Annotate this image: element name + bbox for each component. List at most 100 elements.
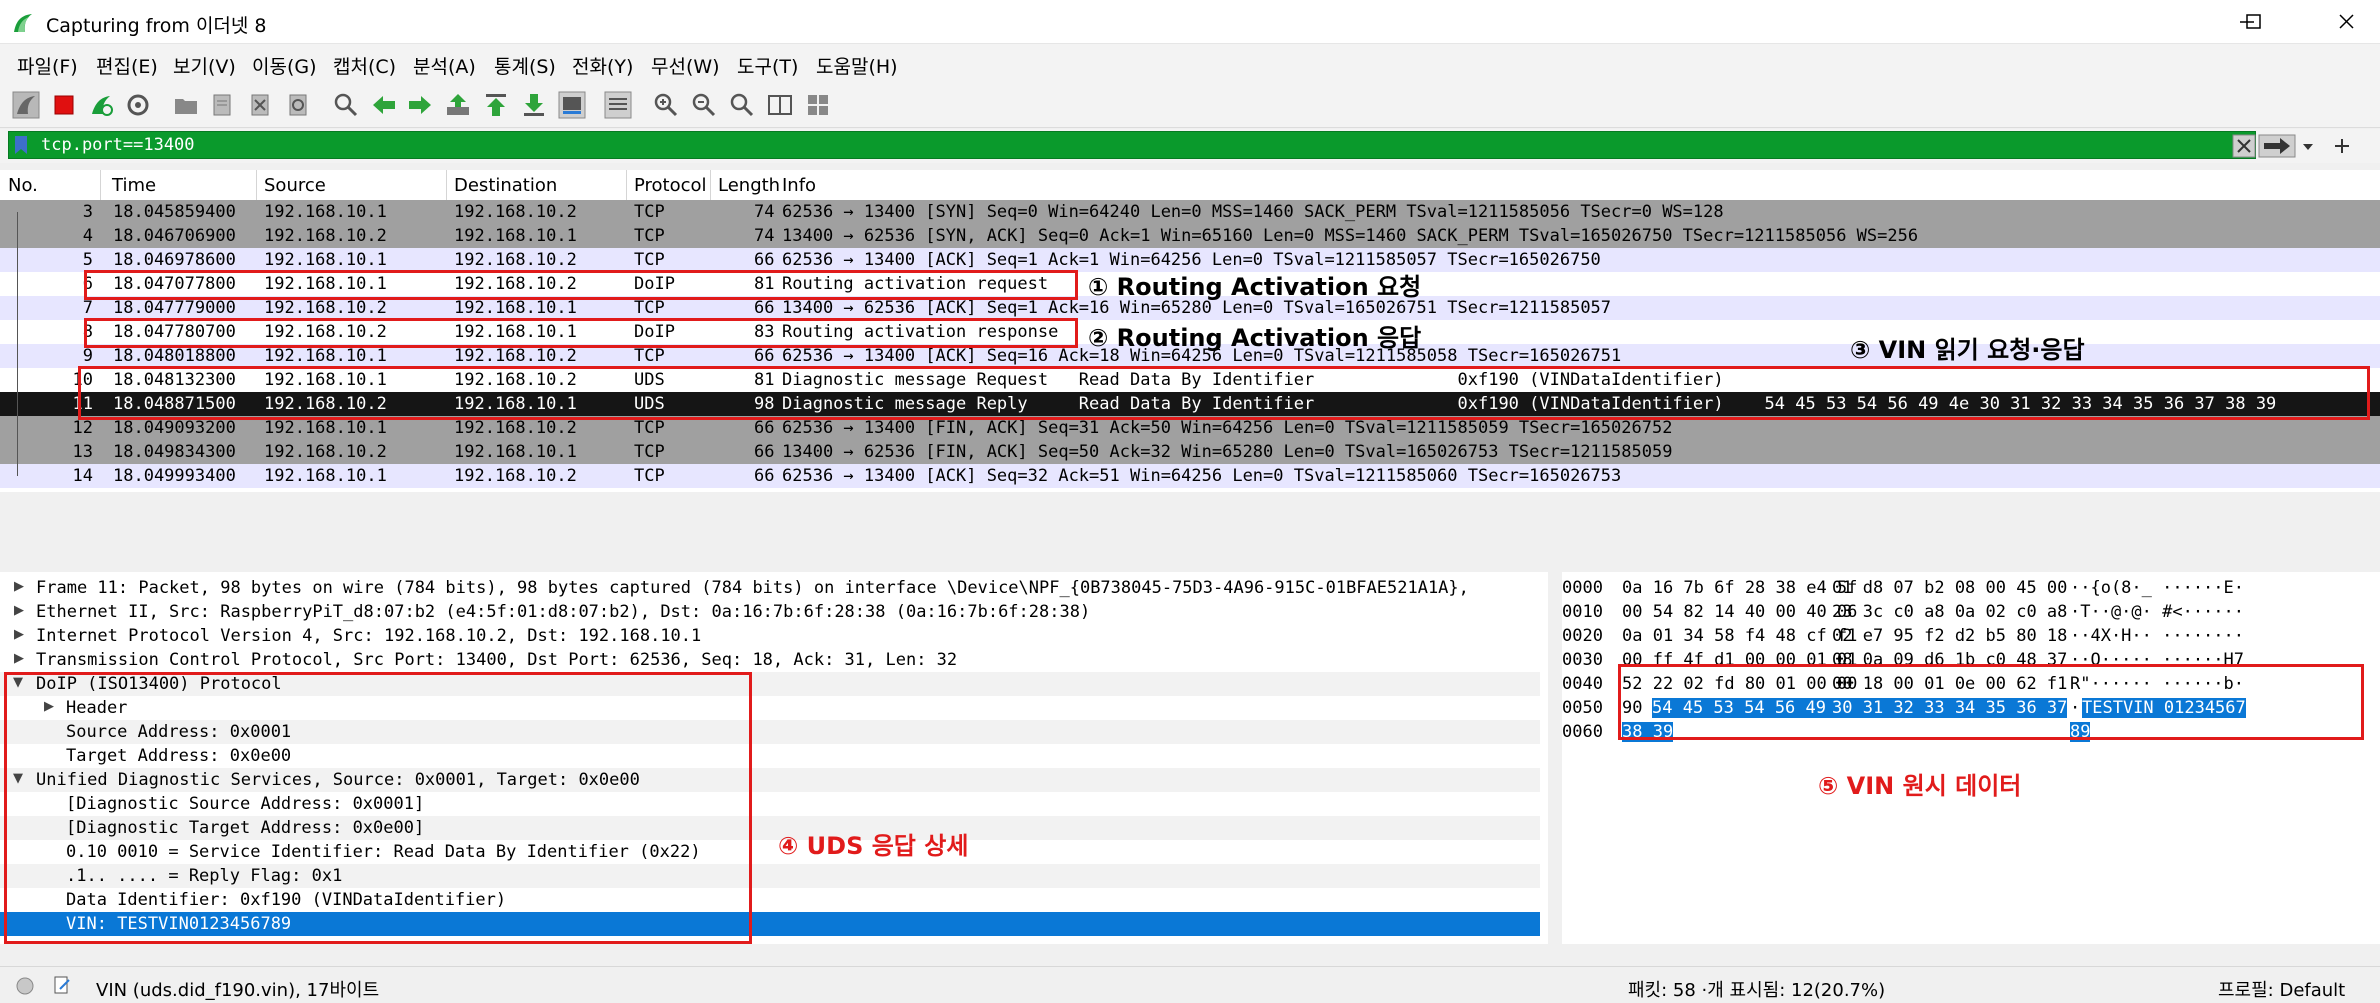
col-info[interactable]: Info — [782, 175, 816, 196]
go-first-packet-button[interactable] — [482, 91, 510, 119]
status-bar: VIN (uds.did_f190.vin), 17바이트 패킷: 58 ·개 … — [0, 966, 2380, 1003]
packet-list-scrollbar[interactable] — [0, 550, 2380, 568]
zoom-reset-icon — [730, 93, 754, 117]
annotation-box-4 — [4, 672, 752, 944]
autoscroll-icon — [558, 91, 586, 119]
stop-capture-button[interactable] — [50, 91, 78, 119]
tree-item-ethernet[interactable]: ▶ Ethernet II, Src: RaspberryPiT_d8:07:b2… — [0, 600, 1540, 624]
packet-row[interactable]: 13 18.049834300 192.168.10.2 192.168.10.1 TC… — [0, 440, 2380, 464]
tree-item-ip[interactable]: ▶ Internet Protocol Version 4, Src: 192.1… — [0, 624, 1540, 648]
jump-arrow-icon — [447, 94, 469, 115]
window-title: Capturing from 이더넷 8 — [46, 15, 267, 37]
col-length[interactable]: Length — [718, 175, 780, 196]
col-destination[interactable]: Destination — [454, 175, 557, 196]
display-filter-input[interactable]: tcp.port==13400 — [8, 131, 2256, 159]
annotation-box-3 — [78, 366, 2370, 420]
go-back-button[interactable] — [370, 91, 398, 119]
restart-icon — [92, 96, 113, 116]
restart-capture-button[interactable] — [88, 91, 116, 119]
capture-options-button[interactable] — [124, 91, 152, 119]
status-profile[interactable]: 프로필: Default — [2218, 976, 2345, 1002]
menu-go[interactable]: 이동(G) — [252, 52, 317, 79]
open-file-button[interactable] — [172, 91, 200, 119]
packet-bytes-pane: 0000 0a 16 7b 6f 28 38 e4 5f 01 d8 07 b2 0… — [1562, 572, 2380, 944]
menu-statistics[interactable]: 통계(S) — [494, 52, 556, 79]
menu-telephony[interactable]: 전화(Y) — [572, 52, 633, 79]
go-forward-button[interactable] — [406, 91, 434, 119]
apply-filter-icon[interactable] — [2258, 134, 2296, 158]
bytes-row: 0010 00 54 82 14 40 00 40 06 23 3c c0 a8 0… — [1562, 602, 2244, 622]
bytes-row: 0020 0a 01 34 58 f4 48 cf f1 02 e7 95 f2 d… — [1562, 626, 2244, 646]
annotation-3: ③ VIN 읽기 요청·응답 — [1850, 336, 2085, 364]
colorize-button[interactable] — [604, 91, 632, 119]
stop-icon — [54, 95, 74, 115]
reload-file-button[interactable] — [284, 91, 312, 119]
add-filter-icon[interactable] — [2332, 134, 2352, 158]
maximize-icon — [2246, 14, 2261, 29]
tree-item-frame[interactable]: ▶ Frame 11: Packet, 98 bytes on wire (784… — [0, 576, 1540, 600]
packet-list-header: No. Time Source Destination Protocol Len… — [0, 170, 2380, 202]
file-icon — [213, 94, 231, 116]
grid-icon — [808, 95, 828, 115]
annotation-5: ⑤ VIN 원시 데이터 — [1818, 772, 2022, 800]
col-time[interactable]: Time — [112, 175, 156, 196]
menu-view[interactable]: 보기(V) — [173, 52, 236, 79]
find-packet-button[interactable] — [332, 91, 360, 119]
pane-splitter[interactable] — [1548, 572, 1562, 944]
arrow-down-icon — [524, 94, 544, 116]
menu-file[interactable]: 파일(F) — [17, 52, 78, 79]
zoom-out-button[interactable] — [690, 91, 718, 119]
zoom-out-icon — [692, 93, 716, 117]
conversation-bracket — [17, 212, 18, 476]
colorize-icon — [604, 91, 632, 119]
close-button[interactable] — [2332, 8, 2362, 36]
col-protocol[interactable]: Protocol — [634, 175, 707, 196]
zoom-in-icon — [654, 93, 678, 117]
annotation-2: ② Routing Activation 응답 — [1088, 324, 1422, 352]
tree-item-tcp[interactable]: ▶ Transmission Control Protocol, Src Port… — [0, 648, 1540, 672]
capture-status-icon[interactable] — [16, 977, 34, 995]
menu-capture[interactable]: 캡처(C) — [333, 52, 396, 79]
save-file-button[interactable] — [208, 91, 236, 119]
close-icon — [2339, 14, 2354, 29]
folder-icon — [175, 99, 197, 114]
go-last-packet-button[interactable] — [520, 91, 548, 119]
arrow-up-icon — [486, 94, 506, 116]
menu-analyze[interactable]: 분석(A) — [413, 52, 476, 79]
details-scrollbar[interactable] — [0, 944, 1548, 962]
annotation-box-5 — [1618, 664, 2364, 740]
annotation-1: ① Routing Activation 요청 — [1088, 273, 1422, 301]
menu-wireless[interactable]: 무선(W) — [651, 52, 720, 79]
packet-row[interactable]: 14 18.049993400 192.168.10.1 192.168.10.2 TC… — [0, 464, 2380, 488]
go-to-packet-button[interactable] — [444, 91, 472, 119]
reload-icon — [289, 94, 307, 116]
col-source[interactable]: Source — [264, 175, 326, 196]
arrow-right-icon — [409, 96, 431, 114]
zoom-in-button[interactable] — [652, 91, 680, 119]
menu-tools[interactable]: 도구(T) — [737, 52, 798, 79]
menu-edit[interactable]: 편집(E) — [96, 52, 158, 79]
display-filter-bar: tcp.port==13400 — [0, 129, 2380, 163]
maximize-button[interactable] — [2246, 8, 2288, 36]
auto-scroll-button[interactable] — [558, 91, 586, 119]
close-file-button[interactable] — [246, 91, 274, 119]
gear-icon — [127, 94, 149, 116]
resize-columns-icon — [768, 95, 792, 115]
packet-row[interactable]: 4 18.046706900 192.168.10.2 192.168.10.1 TCP… — [0, 224, 2380, 248]
close-file-icon — [251, 94, 269, 116]
packet-row[interactable]: 3 18.045859400 192.168.10.1 192.168.10.2 TCP… — [0, 200, 2380, 224]
edit-comment-icon[interactable] — [52, 975, 72, 995]
start-capture-button[interactable] — [12, 91, 40, 119]
col-no[interactable]: No. — [8, 175, 38, 196]
main-toolbar — [0, 82, 2380, 128]
layout-button[interactable] — [804, 91, 832, 119]
filter-dropdown-icon[interactable] — [2300, 134, 2316, 158]
normal-size-button[interactable] — [728, 91, 756, 119]
bookmark-icon[interactable] — [14, 135, 28, 155]
menu-help[interactable]: 도움말(H) — [816, 52, 898, 79]
clear-filter-icon[interactable] — [2232, 134, 2256, 158]
status-field-info: VIN (uds.did_f190.vin), 17바이트 — [96, 980, 380, 1001]
resize-columns-button[interactable] — [766, 91, 794, 119]
wireshark-fin-icon — [14, 14, 32, 32]
status-packets: 패킷: 58 ·개 표시됨: 12(20.7%) — [1628, 980, 1886, 1001]
